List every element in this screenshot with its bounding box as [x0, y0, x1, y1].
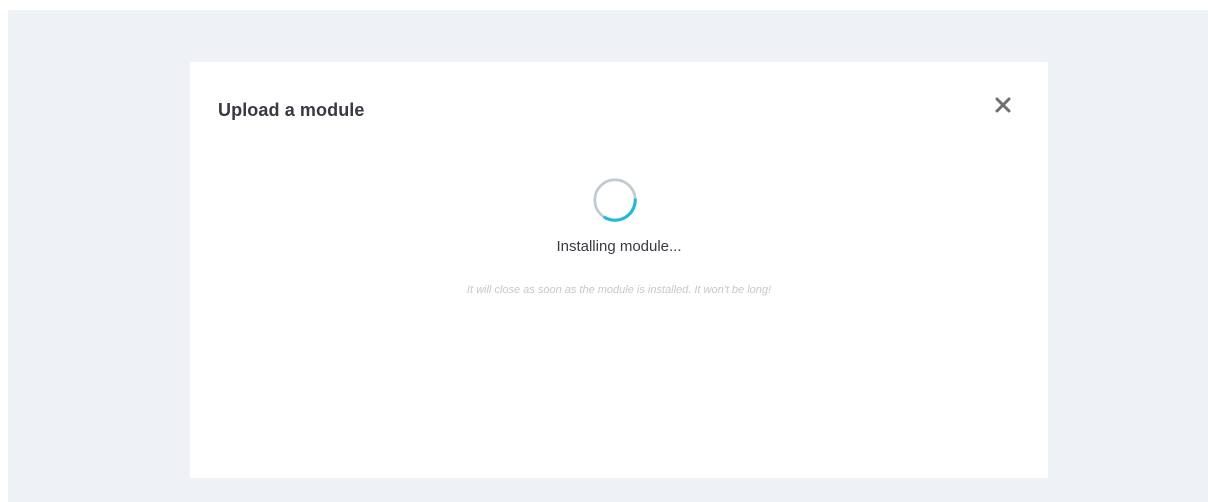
loading-spinner-icon: [593, 178, 637, 222]
close-button[interactable]: [990, 92, 1016, 118]
installing-status: Installing module...: [556, 238, 682, 255]
modal-backdrop: Upload a module Installing module... It …: [8, 10, 1208, 502]
upload-module-modal: Upload a module Installing module... It …: [190, 62, 1048, 478]
modal-title: Upload a module: [218, 100, 365, 120]
close-icon: [995, 97, 1011, 113]
install-hint: It will close as soon as the module is i…: [466, 284, 772, 296]
